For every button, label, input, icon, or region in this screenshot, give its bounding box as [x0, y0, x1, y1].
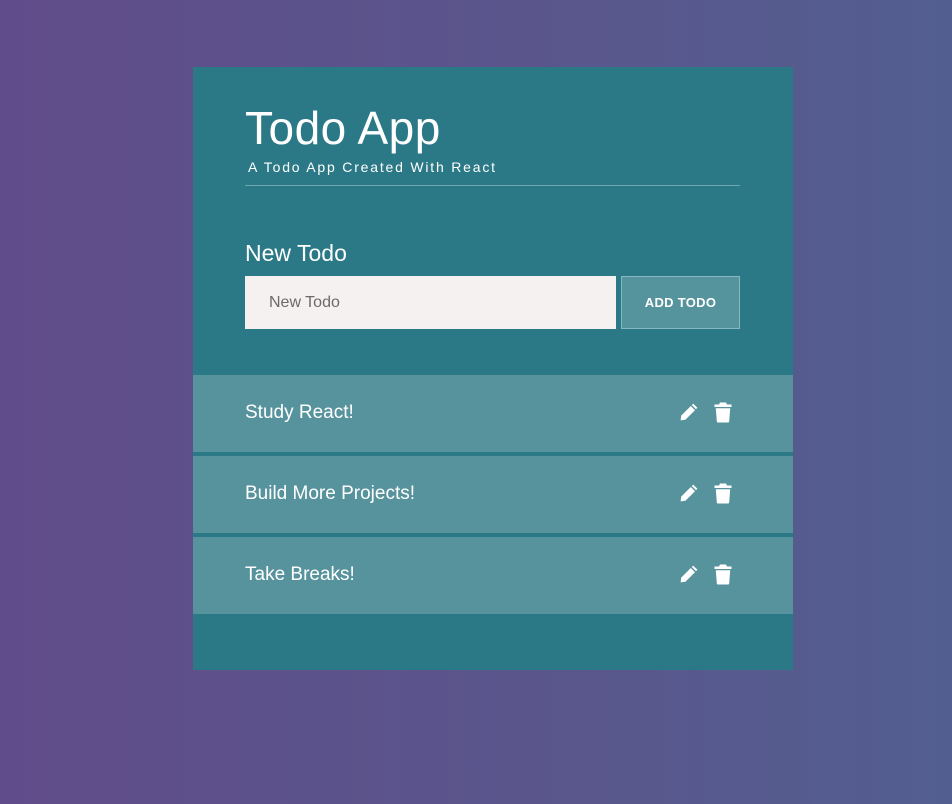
todo-app-card: Todo App A Todo App Created With React N…: [193, 67, 793, 670]
todo-item: Study React!: [193, 375, 793, 452]
new-todo-label: New Todo: [245, 240, 347, 266]
trash-icon[interactable]: [713, 563, 733, 585]
trash-icon[interactable]: [713, 401, 733, 423]
todo-text: Take Breaks!: [245, 564, 355, 585]
todo-text: Study React!: [245, 402, 354, 423]
new-todo-input[interactable]: [245, 276, 616, 329]
todo-list: Study React! Build More Projects! Take B…: [193, 375, 793, 618]
app-title: Todo App: [245, 102, 441, 154]
todo-text: Build More Projects!: [245, 483, 416, 504]
pencil-icon[interactable]: [679, 563, 699, 585]
app-subtitle: A Todo App Created With React: [248, 159, 497, 175]
pencil-icon[interactable]: [679, 401, 699, 423]
todo-actions: [679, 482, 733, 504]
trash-icon[interactable]: [713, 482, 733, 504]
todo-item: Build More Projects!: [193, 456, 793, 533]
header-divider: [245, 185, 740, 186]
todo-actions: [679, 563, 733, 585]
app-header: Todo App A Todo App Created With React: [245, 103, 740, 176]
todo-actions: [679, 401, 733, 423]
todo-item: Take Breaks!: [193, 537, 793, 614]
add-todo-button[interactable]: ADD TODO: [621, 276, 740, 329]
pencil-icon[interactable]: [679, 482, 699, 504]
